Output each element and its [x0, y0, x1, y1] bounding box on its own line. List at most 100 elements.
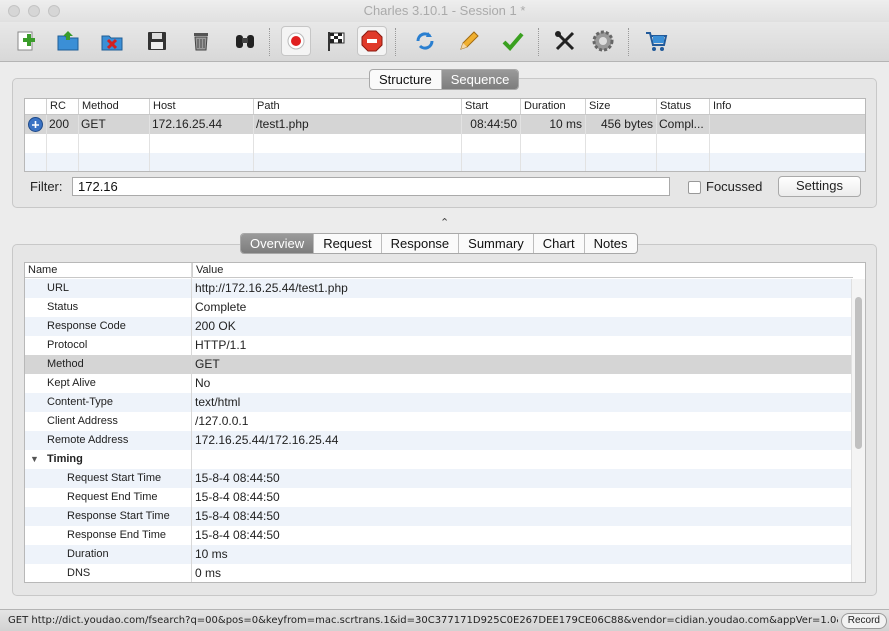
edit-icon[interactable] [454, 26, 484, 56]
row-name: Request End Time [67, 491, 158, 503]
cell-rc: 200 [49, 117, 70, 131]
table-row[interactable]: Protocol HTTP/1.1 [25, 336, 851, 355]
close-session-icon[interactable] [97, 26, 127, 56]
column-header-path[interactable]: Path [253, 99, 280, 114]
shop-icon[interactable] [641, 26, 671, 56]
request-status-icon [27, 116, 44, 133]
column-header-duration[interactable]: Duration [520, 99, 566, 114]
row-name: DNS [67, 567, 91, 579]
table-row[interactable]: DNS 0 ms [25, 564, 851, 582]
table-row[interactable]: Response Start Time 15-8-4 08:44:50 [25, 507, 851, 526]
table-row[interactable]: 200 GET 172.16.25.44 /test1.php 08:44:50… [25, 115, 865, 134]
cell-duration: 10 ms [549, 117, 582, 131]
table-row[interactable]: Client Address/127.0.0.1 [25, 412, 851, 431]
cell-status: Compl... [659, 117, 704, 131]
row-name: Method [47, 358, 84, 370]
row-value: 15-8-4 08:44:50 [195, 528, 280, 542]
validate-icon[interactable] [498, 26, 528, 56]
column-header-method[interactable]: Method [78, 99, 119, 114]
table-row[interactable]: Method GET [25, 355, 851, 374]
save-icon[interactable] [142, 26, 172, 56]
open-session-icon[interactable] [53, 26, 83, 56]
row-value: 0 ms [195, 566, 222, 580]
row-name: Remote Address [47, 434, 129, 446]
toolbar-separator [538, 28, 539, 56]
column-header-size[interactable]: Size [585, 99, 610, 114]
table-row[interactable]: Remote Address 172.16.25.44/172.16.25.44 [25, 431, 851, 450]
row-name: URL [47, 282, 70, 294]
settings-button[interactable]: Settings [778, 176, 861, 197]
tab-structure[interactable]: Structure [370, 70, 441, 89]
status-text: GET http://dict.youdao.com/fsearch?q=00&… [8, 615, 838, 626]
cell-method: GET [81, 117, 106, 131]
find-icon[interactable] [230, 26, 260, 56]
overview-header: Name Value [25, 263, 853, 278]
row-value: 200 OK [195, 319, 236, 333]
zoom-window-button[interactable] [48, 5, 60, 17]
minimize-window-button[interactable] [28, 5, 40, 17]
table-row[interactable]: Response End Time 15-8-4 08:44:50 [25, 526, 851, 545]
column-header-host[interactable]: Host [149, 99, 176, 114]
row-value: text/html [195, 395, 241, 409]
tab-request[interactable]: Request [313, 234, 380, 253]
table-row[interactable]: Kept Alive No [25, 374, 851, 393]
table-row[interactable]: Request End Time 15-8-4 08:44:50 [25, 488, 851, 507]
row-name: Client Address [47, 415, 118, 427]
column-divider [520, 115, 521, 171]
filter-label: Filter: [30, 179, 63, 194]
tab-overview[interactable]: Overview [241, 234, 314, 253]
close-window-button[interactable] [8, 5, 20, 17]
column-header-status[interactable]: Status [656, 99, 691, 114]
table-row[interactable]: Duration 10 ms [25, 545, 851, 564]
toolbar-separator [628, 28, 629, 56]
column-header-name[interactable]: Name [25, 263, 57, 278]
tools-icon[interactable] [550, 26, 580, 56]
row-name: Response End Time [67, 529, 167, 541]
focussed-checkbox[interactable] [688, 181, 701, 194]
row-name: Request Start Time [67, 472, 162, 484]
toolbar-separator [269, 28, 270, 56]
table-row[interactable]: Response Code 200 OK [25, 317, 851, 336]
row-name: Response Code [47, 320, 126, 332]
column-header-rc[interactable]: RC [46, 99, 66, 114]
tab-notes[interactable]: Notes [583, 234, 637, 253]
column-header-info[interactable]: Info [709, 99, 731, 114]
vertical-scrollbar[interactable] [851, 279, 865, 582]
tab-sequence[interactable]: Sequence [440, 70, 519, 89]
table-row[interactable]: Content-Type text/html [25, 393, 851, 412]
clear-icon[interactable] [186, 26, 216, 56]
table-row[interactable]: Status Complete [25, 298, 851, 317]
cell-path: /test1.php [256, 117, 309, 131]
timing-label: Timing [47, 453, 83, 465]
splitter-handle-icon[interactable]: ⌃ [440, 216, 449, 229]
sequence-table-header: RC Method Host Path Start Duration Size … [25, 99, 865, 115]
filter-input[interactable] [72, 177, 670, 196]
column-divider [149, 115, 150, 171]
tab-summary[interactable]: Summary [458, 234, 533, 253]
table-row[interactable]: URL http://172.16.25.44/test1.php [25, 279, 851, 298]
column-divider [253, 115, 254, 171]
tab-response[interactable]: Response [380, 234, 459, 253]
table-row[interactable]: Request Start Time 15-8-4 08:44:50 [25, 469, 851, 488]
breakpoints-icon[interactable] [357, 26, 387, 56]
throttle-icon[interactable] [321, 26, 351, 56]
disclosure-triangle-icon[interactable]: ▼ [30, 450, 39, 469]
tab-chart[interactable]: Chart [532, 234, 584, 253]
column-header-start[interactable]: Start [461, 99, 488, 114]
overview-table: Name Value URL http://172.16.25.44/test1.… [24, 262, 866, 583]
record-status-button[interactable]: Record [840, 613, 887, 629]
column-divider [191, 263, 192, 582]
row-value: 15-8-4 08:44:50 [195, 490, 280, 504]
record-icon[interactable] [281, 26, 311, 56]
column-header-value[interactable]: Value [192, 263, 223, 278]
repeat-icon[interactable] [410, 26, 440, 56]
focussed-label: Focussed [706, 179, 763, 194]
settings-icon[interactable] [588, 26, 618, 56]
column-divider [585, 115, 586, 171]
scrollbar-thumb[interactable] [855, 297, 862, 449]
status-bar: GET http://dict.youdao.com/fsearch?q=00&… [0, 609, 889, 631]
detail-tabs: Overview Request Response Summary Chart … [240, 233, 638, 254]
row-value: GET [195, 357, 220, 371]
timing-group-row[interactable]: ▼ Timing [25, 450, 851, 469]
new-session-icon[interactable] [11, 26, 41, 56]
